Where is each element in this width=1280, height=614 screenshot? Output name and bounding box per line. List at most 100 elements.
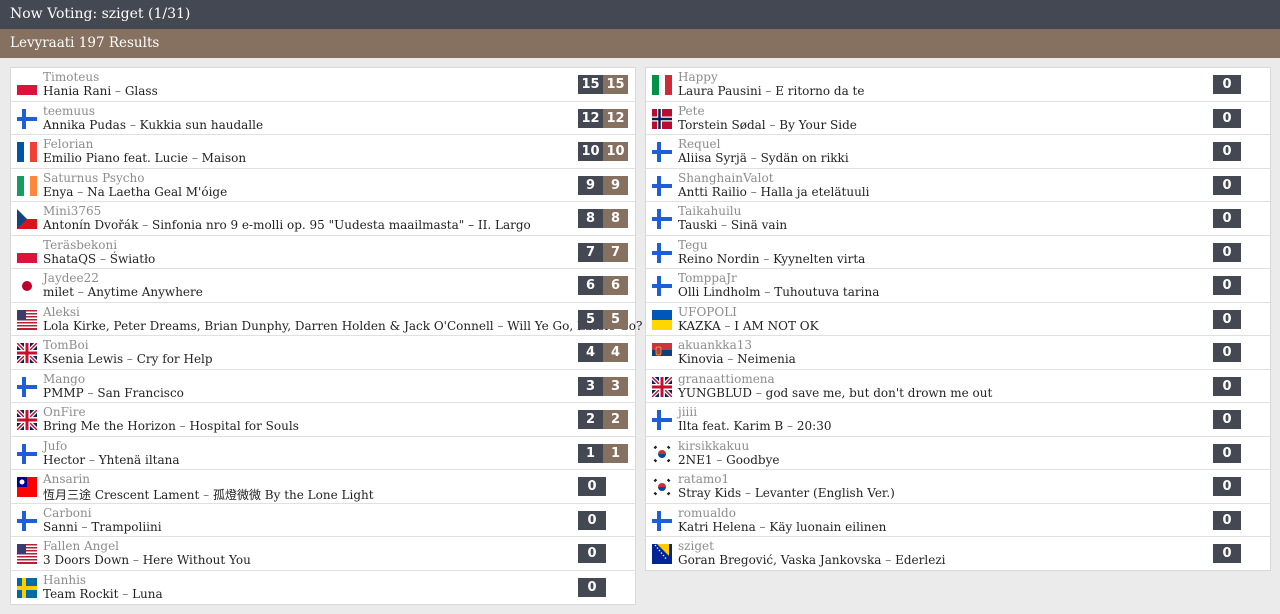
song-line: YUNGBLUD – god save me, but don't drown … bbox=[678, 386, 992, 400]
song-line: KAZKA – I AM NOT OK bbox=[678, 319, 819, 333]
song-title: god save me, but don't drown me out bbox=[765, 385, 993, 400]
song-artist: 2NE1 bbox=[678, 452, 713, 467]
points-badge: 3 bbox=[578, 376, 603, 396]
song-artist: Ksenia Lewis bbox=[43, 352, 124, 366]
voter-name: Requel bbox=[678, 137, 721, 151]
song-separator: – bbox=[746, 184, 761, 199]
song-line: Ilta feat. Karim B – 20:30 bbox=[678, 419, 831, 433]
finland-flag-icon bbox=[652, 209, 672, 229]
song-separator: – bbox=[83, 385, 98, 400]
song-title: Kyynelten virta bbox=[773, 251, 866, 266]
result-row: ratamo1 Stray Kids – Levanter (English Ve… bbox=[646, 470, 1270, 504]
song-title: Hospital for Souls bbox=[189, 419, 299, 433]
voter-name: TomppaJr bbox=[678, 271, 737, 285]
voter-name: Aleksi bbox=[43, 304, 80, 319]
result-row: Mango PMMP – San Francisco 3 3 bbox=[11, 370, 635, 403]
song-separator: – bbox=[123, 352, 137, 366]
result-row: akuankka13 Kinovia – Neimenia 0 bbox=[646, 336, 1270, 370]
song-line: Antti Railio – Halla ja etelätuuli bbox=[678, 185, 869, 199]
song-artist: 恆月三途 Crescent Lament bbox=[43, 488, 200, 502]
total-points-badge: 3 bbox=[603, 376, 628, 396]
points-badge: 0 bbox=[578, 477, 606, 496]
voter-name: ShanghainValot bbox=[678, 170, 774, 185]
song-title: 孤燈微微 By the Lone Light bbox=[212, 488, 374, 502]
result-row: Happy Laura Pausini – E ritorno da te 0 bbox=[646, 68, 1270, 102]
total-points-badge: 8 bbox=[603, 209, 628, 228]
points-badge: 0 bbox=[1213, 343, 1241, 362]
voter-name: Jufo bbox=[43, 438, 68, 453]
points-badge: 0 bbox=[1213, 443, 1241, 463]
result-row: teemuus Annika Pudas – Kukkia sun haudall… bbox=[11, 102, 635, 135]
result-row: Timoteus Hania Rani – Glass 15 15 bbox=[11, 68, 635, 102]
result-row: Aleksi Lola Kirke, Peter Dreams, Brian Du… bbox=[11, 303, 642, 336]
song-title: Anytime Anywhere bbox=[87, 285, 203, 299]
song-separator: – bbox=[199, 488, 213, 502]
voter-name: ratamo1 bbox=[678, 472, 730, 486]
result-row: granaattiomena YUNGBLUD – god save me, bu… bbox=[646, 370, 1270, 403]
song-separator: – bbox=[712, 452, 727, 467]
song-line: Laura Pausini – E ritorno da te bbox=[678, 84, 864, 98]
uk-flag-icon bbox=[17, 410, 37, 430]
song-line: milet – Anytime Anywhere bbox=[43, 285, 203, 299]
voter-name: TomBoi bbox=[43, 338, 89, 352]
voter-name: Fallen Angel bbox=[43, 539, 120, 553]
song-artist: PMMP bbox=[43, 385, 84, 400]
song-line: Reino Nordin – Kyynelten virta bbox=[678, 252, 865, 266]
song-separator: – bbox=[77, 519, 92, 534]
total-points-badge: 6 bbox=[603, 276, 628, 295]
song-title: Na Laetha Geal M'óige bbox=[87, 184, 228, 199]
song-line: Enya – Na Laetha Geal M'óige bbox=[43, 185, 227, 199]
finland-flag-icon bbox=[652, 276, 672, 296]
song-separator: – bbox=[760, 285, 775, 299]
song-separator: – bbox=[881, 553, 896, 567]
voter-name: Carboni bbox=[43, 505, 92, 520]
song-title: Światło bbox=[109, 251, 156, 266]
total-points-badge: 2 bbox=[603, 410, 628, 429]
song-line: Olli Lindholm – Tuhoutuva tarina bbox=[678, 285, 879, 299]
points-badge: 12 bbox=[578, 108, 603, 128]
total-points-badge: 7 bbox=[603, 242, 628, 262]
points-badge: 7 bbox=[578, 242, 603, 262]
song-separator: – bbox=[188, 151, 202, 165]
result-row: OnFire Bring Me the Horizon – Hospital fo… bbox=[11, 403, 635, 437]
finland-flag-icon bbox=[652, 410, 672, 430]
points-badge: 8 bbox=[578, 209, 603, 228]
points-badge: 6 bbox=[578, 276, 603, 295]
song-artist: Team Rockit bbox=[43, 586, 119, 601]
finland-flag-icon bbox=[17, 443, 37, 464]
points-badge: 0 bbox=[1213, 376, 1241, 396]
song-separator: – bbox=[96, 251, 110, 266]
song-separator: – bbox=[720, 318, 735, 333]
uk-flag-icon bbox=[17, 343, 37, 363]
song-artist: YUNGBLUD bbox=[678, 385, 752, 400]
result-row: TomppaJr Olli Lindholm – Tuhoutuva tarina… bbox=[646, 269, 1270, 303]
result-row: sziget Goran Bregović, Vaska Jankovska – … bbox=[646, 537, 1270, 571]
song-artist: Annika Pudas bbox=[43, 117, 126, 132]
song-separator: – bbox=[73, 285, 88, 299]
song-line: 2NE1 – Goodbye bbox=[678, 453, 779, 467]
norway-flag-icon bbox=[652, 108, 672, 129]
points-badge: 1 bbox=[578, 443, 603, 463]
voter-name: Teräsbekoni bbox=[43, 237, 118, 252]
voter-name: romualdo bbox=[678, 505, 736, 520]
voter-name: Timoteus bbox=[43, 70, 100, 84]
finland-flag-icon bbox=[652, 142, 672, 162]
song-separator: – bbox=[717, 218, 731, 232]
song-artist: Tauski bbox=[678, 218, 718, 232]
song-line: Ksenia Lewis – Cry for Help bbox=[43, 352, 213, 366]
song-line: Aliisa Syrjä – Sydän on rikki bbox=[678, 151, 849, 165]
song-artist: Hector bbox=[43, 452, 86, 467]
song-title: Sinfonia nro 9 e-molli op. 95 "Uudesta m… bbox=[151, 218, 531, 232]
song-title: By Your Side bbox=[779, 117, 857, 132]
result-row: Mini3765 Antonín Dvořák – Sinfonia nro 9 … bbox=[11, 202, 635, 236]
song-artist: Stray Kids bbox=[678, 486, 742, 500]
total-points-badge: 9 bbox=[603, 175, 628, 195]
points-badge: 0 bbox=[1213, 510, 1241, 530]
song-artist: Emilio Piano feat. Lucie bbox=[43, 151, 189, 165]
points-badge: 9 bbox=[578, 175, 603, 195]
italy-flag-icon bbox=[652, 75, 672, 95]
song-artist: milet bbox=[43, 285, 74, 299]
result-row: TomBoi Ksenia Lewis – Cry for Help 4 4 bbox=[11, 336, 635, 370]
voter-name: teemuus bbox=[43, 103, 96, 118]
song-separator: – bbox=[138, 218, 152, 232]
